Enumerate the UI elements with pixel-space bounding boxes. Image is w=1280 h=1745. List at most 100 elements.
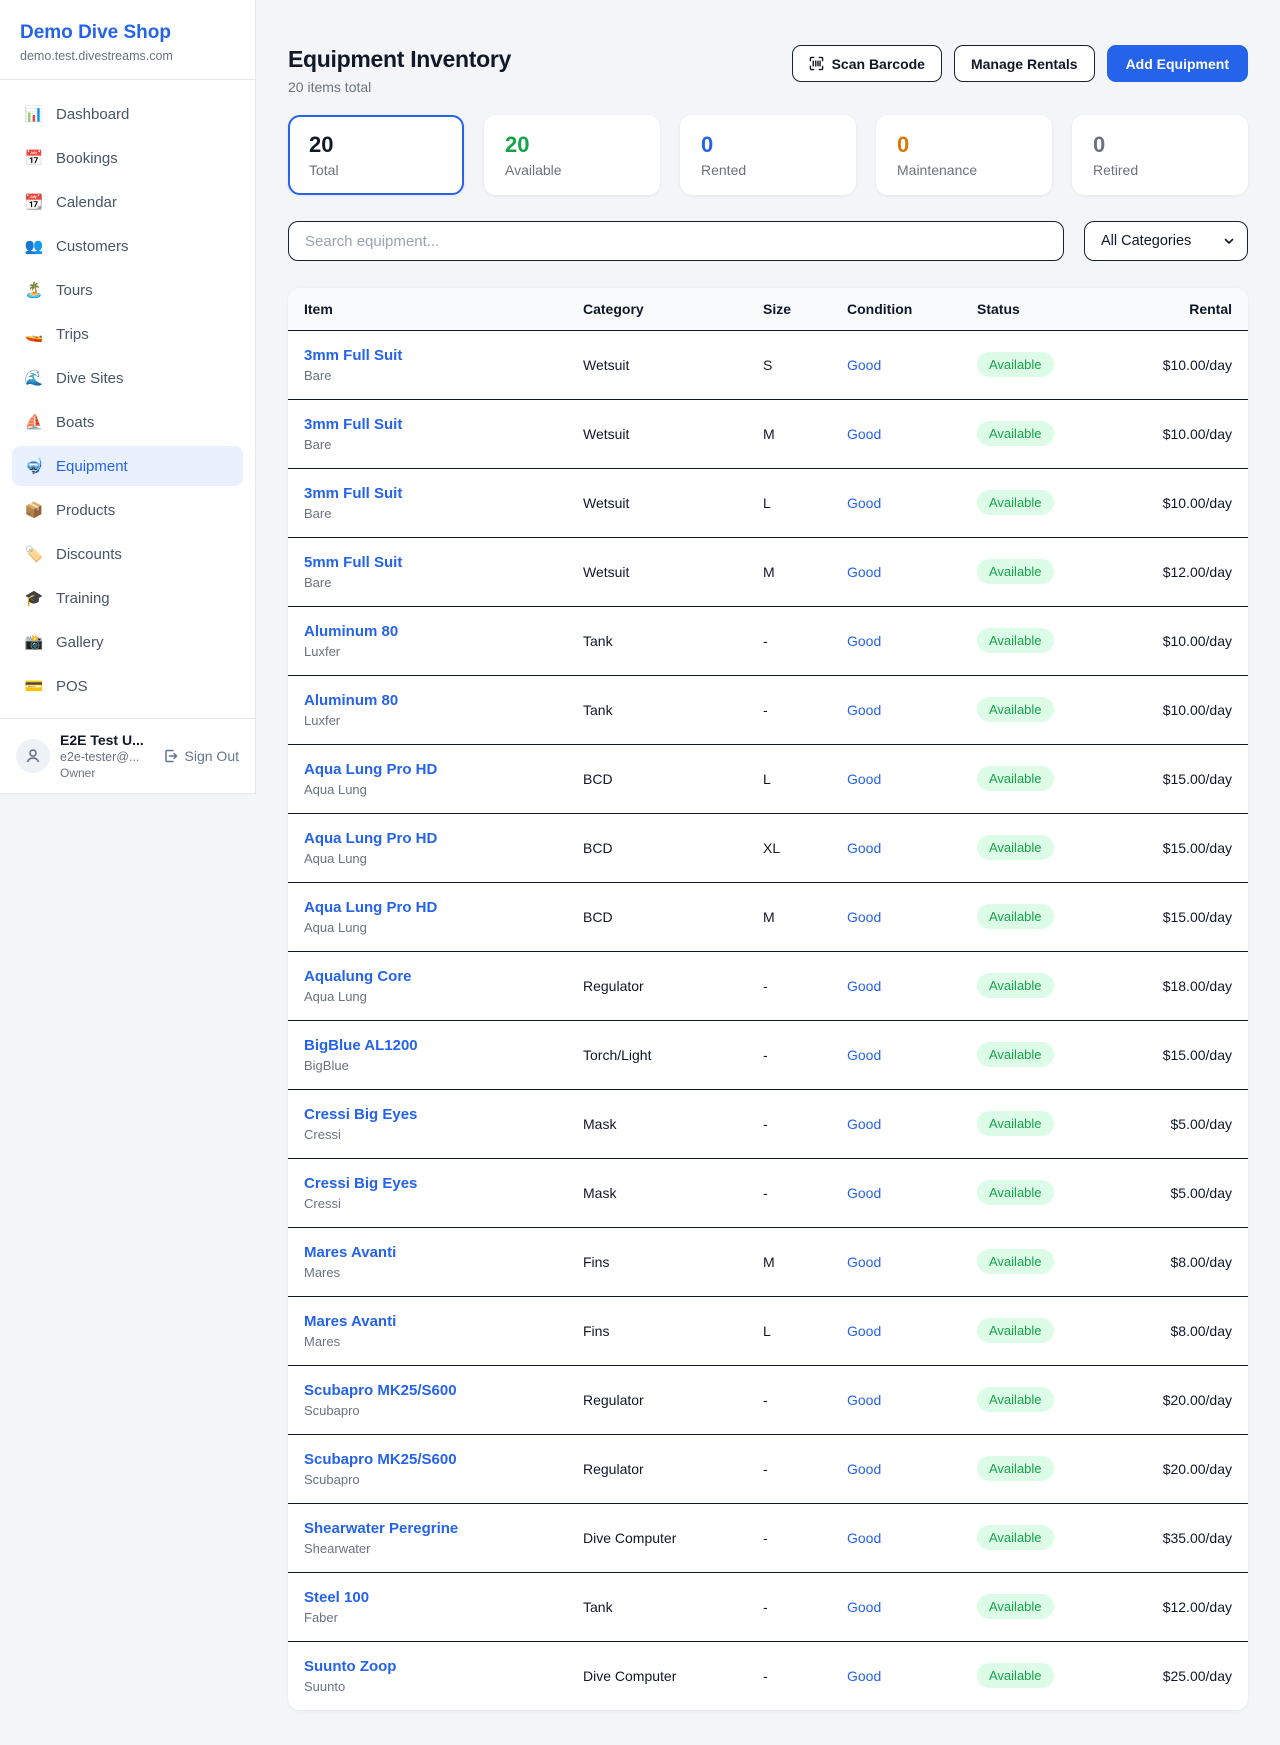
item-name-link[interactable]: Aqua Lung Pro HD	[304, 830, 437, 847]
item-status-cell: Available	[969, 1434, 1129, 1503]
user-role: Owner	[60, 766, 153, 780]
item-name-link[interactable]: Aqua Lung Pro HD	[304, 899, 437, 916]
item-name-link[interactable]: Aqualung Core	[304, 968, 412, 985]
sidebar-item-icon-bookings: 📅	[24, 149, 44, 167]
sidebar-item-icon-products: 📦	[24, 501, 44, 519]
item-cell: BigBlue AL1200 BigBlue	[288, 1020, 575, 1089]
item-rental: $15.00/day	[1129, 882, 1248, 951]
sign-out-button[interactable]: Sign Out	[163, 748, 239, 764]
add-equipment-button[interactable]: Add Equipment	[1107, 45, 1248, 82]
scan-barcode-button[interactable]: Scan Barcode	[792, 45, 942, 82]
sidebar-item-pos[interactable]: 💳 POS	[12, 666, 243, 706]
item-name-link[interactable]: Mares Avanti	[304, 1244, 396, 1261]
item-condition-link[interactable]: Good	[847, 426, 881, 442]
item-name-link[interactable]: Aluminum 80	[304, 623, 398, 640]
table-row: Scubapro MK25/S600 Scubapro Regulator - …	[288, 1434, 1248, 1503]
item-name-link[interactable]: Aqua Lung Pro HD	[304, 761, 437, 778]
sidebar-item-training[interactable]: 🎓 Training	[12, 578, 243, 618]
table-row: 3mm Full Suit Bare Wetsuit S Good Availa…	[288, 330, 1248, 399]
item-condition-link[interactable]: Good	[847, 978, 881, 994]
item-cell: 5mm Full Suit Bare	[288, 537, 575, 606]
item-category: Dive Computer	[575, 1503, 755, 1572]
item-name-link[interactable]: Aluminum 80	[304, 692, 398, 709]
item-name-link[interactable]: 3mm Full Suit	[304, 347, 402, 364]
item-name-link[interactable]: BigBlue AL1200	[304, 1037, 418, 1054]
sidebar-item-boats[interactable]: ⛵ Boats	[12, 402, 243, 442]
sidebar-item-dashboard[interactable]: 📊 Dashboard	[12, 94, 243, 134]
status-badge: Available	[977, 1387, 1054, 1412]
manage-rentals-label: Manage Rentals	[971, 56, 1078, 72]
sidebar-item-discounts[interactable]: 🏷️ Discounts	[12, 534, 243, 574]
item-brand: Aqua Lung	[304, 851, 567, 866]
item-condition-cell: Good	[839, 1020, 969, 1089]
sidebar-item-dive-sites[interactable]: 🌊 Dive Sites	[12, 358, 243, 398]
sidebar-item-bookings[interactable]: 📅 Bookings	[12, 138, 243, 178]
item-cell: Aluminum 80 Luxfer	[288, 606, 575, 675]
stat-card-rented[interactable]: 0 Rented	[680, 115, 856, 195]
item-category: Wetsuit	[575, 330, 755, 399]
item-condition-link[interactable]: Good	[847, 495, 881, 511]
brand-name[interactable]: Demo Dive Shop	[20, 20, 235, 46]
item-condition-link[interactable]: Good	[847, 357, 881, 373]
item-condition-link[interactable]: Good	[847, 1185, 881, 1201]
item-condition-link[interactable]: Good	[847, 1116, 881, 1132]
item-name-link[interactable]: Steel 100	[304, 1589, 369, 1606]
item-condition-link[interactable]: Good	[847, 1254, 881, 1270]
manage-rentals-button[interactable]: Manage Rentals	[954, 45, 1095, 82]
search-input[interactable]	[288, 221, 1064, 261]
item-category: Wetsuit	[575, 468, 755, 537]
item-category: BCD	[575, 744, 755, 813]
item-name-link[interactable]: Cressi Big Eyes	[304, 1175, 417, 1192]
item-condition-link[interactable]: Good	[847, 1599, 881, 1615]
item-rental: $12.00/day	[1129, 1572, 1248, 1641]
table-row: 3mm Full Suit Bare Wetsuit L Good Availa…	[288, 468, 1248, 537]
item-condition-link[interactable]: Good	[847, 1668, 881, 1684]
item-condition-link[interactable]: Good	[847, 1392, 881, 1408]
item-name-link[interactable]: Scubapro MK25/S600	[304, 1382, 457, 1399]
item-condition-link[interactable]: Good	[847, 633, 881, 649]
item-condition-link[interactable]: Good	[847, 771, 881, 787]
item-name-link[interactable]: 5mm Full Suit	[304, 554, 402, 571]
sidebar-item-customers[interactable]: 👥 Customers	[12, 226, 243, 266]
table-row: Aqua Lung Pro HD Aqua Lung BCD XL Good A…	[288, 813, 1248, 882]
category-select[interactable]: All Categories	[1084, 221, 1248, 261]
sidebar-item-label: Customers	[56, 238, 129, 255]
sidebar-item-icon-discounts: 🏷️	[24, 545, 44, 563]
table-row: Shearwater Peregrine Shearwater Dive Com…	[288, 1503, 1248, 1572]
item-name-link[interactable]: Scubapro MK25/S600	[304, 1451, 457, 1468]
item-name-link[interactable]: Shearwater Peregrine	[304, 1520, 458, 1537]
sidebar-item-trips[interactable]: 🚤 Trips	[12, 314, 243, 354]
status-badge: Available	[977, 904, 1054, 929]
table-row: Steel 100 Faber Tank - Good Available $1…	[288, 1572, 1248, 1641]
item-condition-link[interactable]: Good	[847, 840, 881, 856]
item-name-link[interactable]: 3mm Full Suit	[304, 416, 402, 433]
item-condition-link[interactable]: Good	[847, 909, 881, 925]
user-info: E2E Test U... e2e-tester@... Owner	[60, 732, 153, 780]
stat-card-maintenance[interactable]: 0 Maintenance	[876, 115, 1052, 195]
sidebar-item-equipment[interactable]: 🤿 Equipment	[12, 446, 243, 486]
sidebar-item-calendar[interactable]: 📆 Calendar	[12, 182, 243, 222]
item-name-link[interactable]: Cressi Big Eyes	[304, 1106, 417, 1123]
status-badge: Available	[977, 1525, 1054, 1550]
item-condition-link[interactable]: Good	[847, 1530, 881, 1546]
sidebar-item-products[interactable]: 📦 Products	[12, 490, 243, 530]
sidebar-item-tours[interactable]: 🏝️ Tours	[12, 270, 243, 310]
page-header: Equipment Inventory 20 items total Scan …	[288, 44, 1248, 95]
stat-card-retired[interactable]: 0 Retired	[1072, 115, 1248, 195]
item-name-link[interactable]: Mares Avanti	[304, 1313, 396, 1330]
item-condition-cell: Good	[839, 1158, 969, 1227]
item-condition-link[interactable]: Good	[847, 1047, 881, 1063]
sidebar-item-gallery[interactable]: 📸 Gallery	[12, 622, 243, 662]
item-condition-link[interactable]: Good	[847, 564, 881, 580]
item-name-link[interactable]: 3mm Full Suit	[304, 485, 402, 502]
item-condition-link[interactable]: Good	[847, 1461, 881, 1477]
item-condition-cell: Good	[839, 675, 969, 744]
item-condition-link[interactable]: Good	[847, 1323, 881, 1339]
column-header: Item	[288, 288, 575, 330]
item-condition-link[interactable]: Good	[847, 702, 881, 718]
stat-card-available[interactable]: 20 Available	[484, 115, 660, 195]
item-size: L	[755, 468, 839, 537]
stat-value: 20	[309, 131, 443, 159]
item-name-link[interactable]: Suunto Zoop	[304, 1658, 396, 1675]
stat-card-total[interactable]: 20 Total	[288, 115, 464, 195]
